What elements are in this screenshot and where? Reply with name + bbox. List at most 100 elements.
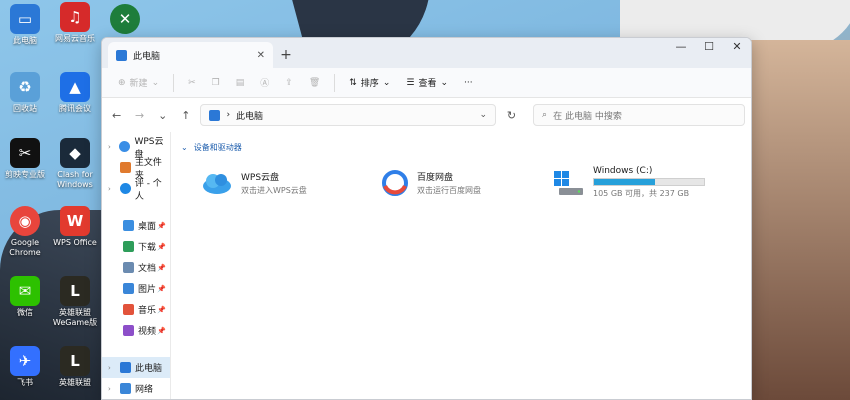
chevron-down-icon: ⌄ <box>151 77 160 88</box>
desktop-icon-lol-wegame[interactable]: L 英雄联盟WeGame版 <box>50 276 100 328</box>
share-icon: ⇪ <box>285 77 293 88</box>
tile-wps-cloud[interactable]: WPS云盘 双击进入WPS云盘 <box>181 160 361 205</box>
nav-item-this-pc[interactable]: › 此电脑 <box>102 357 170 378</box>
up-arrow-icon[interactable]: ↑ <box>177 109 194 122</box>
view-label: 查看 <box>418 79 437 89</box>
nav-item-label: 下载 <box>138 243 157 253</box>
sort-button[interactable]: ⇅ 排序 ⌄ <box>343 73 396 92</box>
pin-icon[interactable]: 📌 <box>157 222 166 230</box>
nav-item-onedrive[interactable]: › 评 - 个人 <box>102 178 170 202</box>
address-row: ← → ⌄ ↑ › 此电脑 ⌄ ↻ ⌕ 在 此电脑 中搜索 <box>102 98 751 132</box>
group-header-devices[interactable]: ⌄ 设备和驱动器 <box>181 140 741 154</box>
feishu-icon: ✈ <box>10 346 40 376</box>
copy-button[interactable]: ❐ <box>206 75 226 91</box>
share-button[interactable]: ⇪ <box>279 75 299 91</box>
desktop-icon-label: Clash for Windows <box>57 170 93 189</box>
desktop-icon-capcut[interactable]: ✂ 剪映专业版 <box>0 138 50 180</box>
rename-icon: Ⓐ <box>260 79 270 89</box>
expand-chevron-icon[interactable]: › <box>108 185 116 193</box>
back-arrow-icon[interactable]: ← <box>108 109 125 122</box>
expand-chevron-icon[interactable]: › <box>108 364 116 372</box>
tile-baidu-netdisk[interactable]: 百度网盘 双击运行百度网盘 <box>361 160 541 205</box>
desktop-icon-label: 此电脑 <box>13 36 37 45</box>
drive-name: Windows (C:) <box>593 166 653 176</box>
pin-icon[interactable]: 📌 <box>157 306 166 314</box>
desktop-icon-chrome[interactable]: ◉ Google Chrome <box>0 206 50 258</box>
this-pc-icon <box>209 109 221 121</box>
desktop-icon-label: 腾讯会议 <box>59 104 91 113</box>
content-pane: ⌄ 设备和驱动器 WPS云盘 双击进入WPS云盘 百度网盘 双击运行百度网盘 W… <box>171 132 751 399</box>
nav-item-label: 图片 <box>138 285 157 295</box>
desktop-icon-this-pc[interactable]: ▭ 此电脑 <box>0 4 50 46</box>
desktop-icon-label: WPS Office <box>53 238 97 247</box>
maximize-button[interactable]: ☐ <box>695 38 723 58</box>
expand-chevron-icon[interactable]: › <box>108 385 116 393</box>
desktop-icon-lol[interactable]: L 英雄联盟 <box>50 346 100 388</box>
view-button[interactable]: ☰ 查看 ⌄ <box>400 73 454 92</box>
desktop-icon-wechat[interactable]: ✉ 微信 <box>0 276 50 318</box>
cut-icon: ✂ <box>188 77 196 88</box>
nav-item-label: 评 - 个人 <box>134 178 162 202</box>
breadcrumb[interactable]: 此电脑 <box>236 109 263 122</box>
chevron-down-icon[interactable]: ⌄ <box>479 110 487 120</box>
desktop-icon-label: Google Chrome <box>9 238 41 257</box>
nav-item-documents[interactable]: 文档 📌 <box>102 257 170 278</box>
new-tab-button[interactable]: + <box>273 42 299 68</box>
desktop-icon-clash[interactable]: ◆ Clash for Windows <box>50 138 100 190</box>
desktop-icon-recycle-bin[interactable]: ♻ 回收站 <box>0 72 50 114</box>
videos-icon <box>123 325 134 336</box>
pin-icon[interactable]: 📌 <box>157 327 166 335</box>
pin-icon[interactable]: 📌 <box>157 285 166 293</box>
home-icon <box>119 162 131 173</box>
view-icon: ☰ <box>406 77 415 88</box>
new-label: 新建 <box>129 79 148 89</box>
paste-button[interactable]: ▤ <box>230 75 251 91</box>
tab-this-pc[interactable]: 此电脑 ✕ <box>108 42 273 68</box>
netease-music-icon: ♫ <box>60 2 90 32</box>
desktop-icon-label: 网易云音乐 <box>55 34 95 43</box>
desktop-icon-label: 英雄联盟 <box>59 378 91 387</box>
nav-item-label: 视频 <box>138 327 157 337</box>
drive-usage-bar <box>593 178 705 186</box>
nav-item-network[interactable]: › 网络 <box>102 378 170 399</box>
tile-name: WPS云盘 <box>241 172 280 183</box>
sort-icon: ⇅ <box>349 77 357 88</box>
nav-item-pictures[interactable]: 图片 📌 <box>102 278 170 299</box>
pictures-icon <box>123 283 134 294</box>
pin-icon[interactable]: 📌 <box>157 243 166 251</box>
nav-item-videos[interactable]: 视频 📌 <box>102 320 170 341</box>
collapse-chevron-icon[interactable]: ⌄ <box>181 143 188 152</box>
nav-item-music[interactable]: 音乐 📌 <box>102 299 170 320</box>
nav-item-label: 音乐 <box>138 306 157 316</box>
new-button[interactable]: ⊕ 新建 ⌄ <box>112 73 165 92</box>
refresh-icon[interactable]: ↻ <box>502 109 521 122</box>
cut-button[interactable]: ✂ <box>182 75 202 91</box>
tab-title: 此电脑 <box>133 51 161 62</box>
desktop-icon-netease-music[interactable]: ♫ 网易云音乐 <box>50 2 100 44</box>
more-options-button[interactable]: ··· <box>458 75 479 91</box>
close-button[interactable]: ✕ <box>723 38 751 58</box>
minimize-button[interactable]: — <box>667 38 695 58</box>
recent-chevron-icon[interactable]: ⌄ <box>154 109 171 122</box>
address-bar[interactable]: › 此电脑 ⌄ <box>200 104 497 126</box>
tab-close-icon[interactable]: ✕ <box>257 50 265 61</box>
forward-arrow-icon[interactable]: → <box>131 109 148 122</box>
tile-name: 百度网盘 <box>417 172 454 183</box>
expand-chevron-icon[interactable]: › <box>108 143 115 151</box>
desktop-icon-tencent-meeting[interactable]: ▲ 腾讯会议 <box>50 72 100 114</box>
tile-windows-drive[interactable]: Windows (C:) 105 GB 可用，共 237 GB <box>541 160 741 205</box>
wps-office-icon: W <box>60 206 90 236</box>
pin-icon[interactable]: 📌 <box>157 264 166 272</box>
search-input[interactable]: ⌕ 在 此电脑 中搜索 <box>533 104 745 126</box>
desktop-icon-label: 飞书 <box>17 378 33 387</box>
clash-cat-icon: ◆ <box>60 138 90 168</box>
navigation-pane: › WPS云盘 主文件夹 › 评 - 个人 桌面 📌 下载 📌 文档 📌 图片 … <box>102 132 171 399</box>
documents-icon <box>123 262 134 273</box>
nav-item-downloads[interactable]: 下载 📌 <box>102 236 170 257</box>
desktop-icon-game[interactable]: ✕ <box>100 4 150 36</box>
desktop-icon-wps[interactable]: W WPS Office <box>50 206 100 248</box>
rename-button[interactable]: Ⓐ <box>254 73 275 92</box>
delete-button[interactable]: 🗑 <box>303 75 326 91</box>
nav-item-desktop[interactable]: 桌面 📌 <box>102 215 170 236</box>
desktop-icon-feishu[interactable]: ✈ 飞书 <box>0 346 50 388</box>
